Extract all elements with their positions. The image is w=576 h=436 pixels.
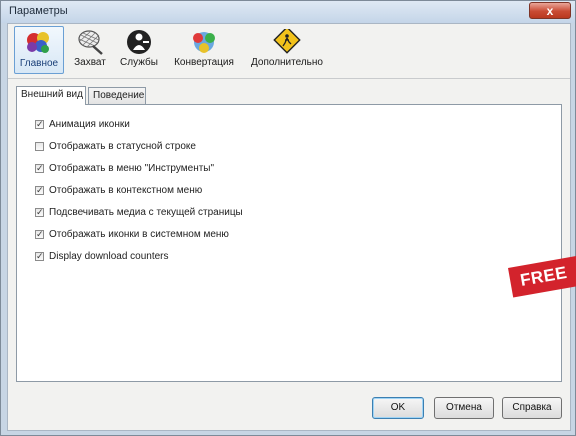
ok-button[interactable]: OK — [372, 397, 424, 419]
net-icon — [78, 30, 103, 55]
option-label: Анимация иконки — [49, 119, 130, 130]
options-panel: Анимация иконки Отображать в статусной с… — [16, 104, 562, 382]
toolbar-button-advanced[interactable]: Дополнительно — [244, 26, 330, 74]
toolbar-label-main: Главное — [19, 58, 59, 69]
checkbox-checked[interactable] — [35, 162, 44, 176]
close-icon: x — [546, 4, 554, 18]
option-label: Подсвечивать медиа с текущей страницы — [49, 207, 243, 218]
checkbox-unchecked[interactable] — [35, 142, 44, 151]
checkbox-checked[interactable] — [35, 184, 44, 198]
balloons-icon — [27, 32, 49, 53]
service-icon — [127, 30, 151, 54]
option-label: Отображать иконки в системном меню — [49, 229, 229, 240]
warning-sign-icon — [273, 29, 301, 54]
settings-window: Параметры x Главное Захват Службы Конвер… — [0, 0, 576, 436]
toolbar-label-convert: Конвертация — [174, 57, 234, 68]
checkbox-checked[interactable] — [35, 206, 44, 220]
help-button[interactable]: Справка — [502, 397, 562, 419]
toolbar-button-services[interactable]: Службы — [114, 26, 164, 74]
toolbar-button-main[interactable]: Главное — [14, 26, 64, 74]
convert-icon — [193, 32, 215, 53]
option-label: Display download counters — [49, 251, 169, 262]
cancel-button[interactable]: Отмена — [434, 397, 494, 419]
toolbar-button-convert[interactable]: Конвертация — [170, 26, 238, 74]
checkbox-checked[interactable] — [35, 250, 44, 264]
close-button[interactable]: x — [529, 2, 571, 19]
option-label: Отображать в статусной строке — [49, 141, 196, 152]
toolbar-label-capture: Захват — [74, 57, 106, 68]
checkbox-checked[interactable] — [35, 228, 44, 242]
window-title: Параметры — [9, 5, 68, 17]
checkbox-checked[interactable] — [35, 118, 44, 132]
category-toolbar: Главное Захват Службы Конвертация Дополн… — [8, 24, 570, 78]
title-bar[interactable]: Параметры x — [1, 1, 575, 23]
option-label: Отображать в меню "Инструменты" — [49, 163, 215, 174]
toolbar-label-advanced: Дополнительно — [251, 57, 323, 68]
tab-behavior[interactable]: Поведение — [88, 87, 146, 104]
toolbar-label-services: Службы — [120, 57, 158, 68]
dialog-client-area: Главное Захват Службы Конвертация Дополн… — [7, 23, 571, 431]
option-label: Отображать в контекстном меню — [49, 185, 203, 196]
toolbar-button-capture[interactable]: Захват — [68, 26, 112, 74]
tab-appearance[interactable]: Внешний вид — [16, 86, 86, 105]
toolbar-divider — [8, 78, 570, 79]
